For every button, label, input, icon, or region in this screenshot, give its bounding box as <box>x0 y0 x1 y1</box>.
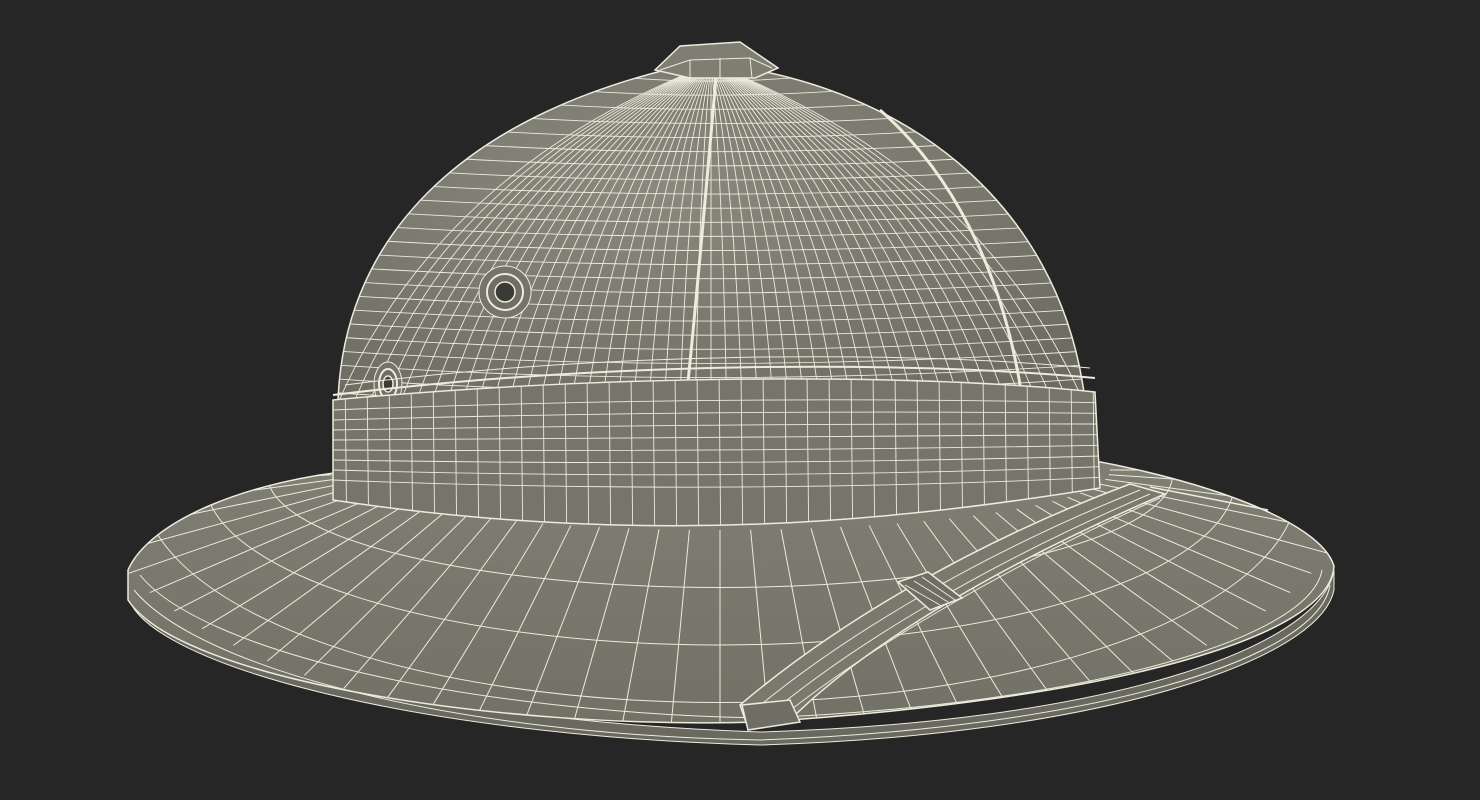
pith-helmet-wireframe-icon <box>127 41 1335 746</box>
dome <box>337 61 1086 421</box>
chin-strap-end <box>741 699 802 731</box>
top-button <box>653 41 780 79</box>
render-viewport <box>0 0 1480 800</box>
vent-grommet-icon <box>478 265 532 319</box>
